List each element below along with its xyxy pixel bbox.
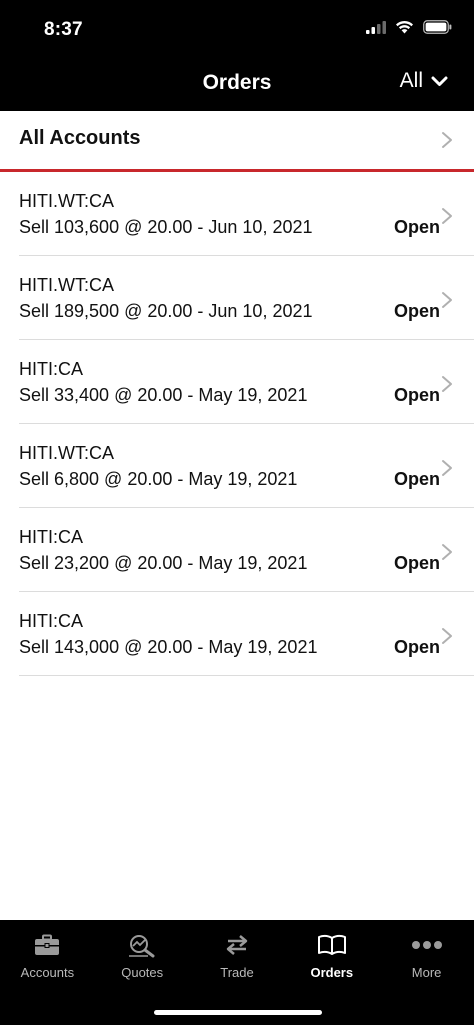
chevron-right-icon	[442, 292, 452, 308]
briefcase-icon	[35, 934, 60, 955]
order-status: Open	[393, 637, 440, 657]
tab-accounts[interactable]: Accounts	[0, 920, 95, 1000]
order-row[interactable]: HITI:CA Sell 23,200 @ 20.00 - May 19, 20…	[19, 508, 474, 592]
order-status: Open	[393, 553, 440, 573]
home-indicator[interactable]	[154, 1010, 322, 1015]
chevron-down-icon	[431, 76, 448, 86]
tab-quotes[interactable]: Quotes	[95, 920, 190, 1000]
order-symbol: HITI:CA	[19, 527, 84, 547]
order-symbol: HITI:CA	[19, 611, 84, 631]
order-detail: Sell 6,800 @ 20.00 - May 19, 2021	[19, 469, 298, 489]
order-detail: Sell 103,600 @ 20.00 - Jun 10, 2021	[19, 217, 313, 237]
order-status: Open	[393, 385, 440, 405]
chevron-right-icon	[442, 628, 452, 644]
status-icons	[366, 20, 452, 34]
order-symbol: HITI.WT:CA	[19, 275, 114, 295]
chevron-right-icon	[442, 544, 452, 560]
tab-orders[interactable]: Orders	[284, 920, 379, 1000]
open-book-icon	[317, 934, 346, 955]
filter-label: All	[399, 69, 423, 92]
tab-label: Accounts	[20, 965, 75, 980]
tab-trade[interactable]: Trade	[190, 920, 285, 1000]
order-symbol: HITI.WT:CA	[19, 191, 114, 211]
order-row[interactable]: HITI.WT:CA Sell 189,500 @ 20.00 - Jun 10…	[19, 256, 474, 340]
tab-label: Orders	[310, 965, 354, 980]
accounts-label: All Accounts	[19, 127, 141, 149]
order-row[interactable]: HITI.WT:CA Sell 6,800 @ 20.00 - May 19, …	[19, 424, 474, 508]
filter-dropdown[interactable]: All	[400, 69, 448, 93]
order-detail: Sell 143,000 @ 20.00 - May 19, 2021	[19, 637, 318, 657]
order-status: Open	[393, 301, 440, 321]
tab-label: More	[411, 965, 442, 980]
order-detail: Sell 33,400 @ 20.00 - May 19, 2021	[19, 385, 308, 405]
order-row[interactable]: HITI:CA Sell 143,000 @ 20.00 - May 19, 2…	[19, 592, 474, 676]
tab-label: Trade	[220, 965, 254, 980]
order-detail: Sell 23,200 @ 20.00 - May 19, 2021	[19, 553, 308, 573]
battery-icon	[423, 20, 452, 34]
more-dots-icon	[411, 941, 442, 949]
swap-arrows-icon	[226, 935, 248, 955]
tab-more[interactable]: More	[379, 920, 474, 1000]
order-symbol: HITI:CA	[19, 359, 84, 379]
orders-list: HITI.WT:CA Sell 103,600 @ 20.00 - Jun 10…	[0, 172, 474, 676]
order-status: Open	[393, 217, 440, 237]
tab-label: Quotes	[121, 965, 164, 980]
chevron-right-icon	[442, 208, 452, 224]
cellular-signal-icon	[366, 20, 386, 34]
chevron-right-icon	[442, 460, 452, 476]
order-symbol: HITI.WT:CA	[19, 443, 114, 463]
all-accounts-selector[interactable]: All Accounts	[0, 111, 474, 169]
quotes-magnifier-icon	[129, 935, 155, 958]
chevron-right-icon	[442, 132, 452, 148]
order-status: Open	[393, 469, 440, 489]
wifi-icon	[396, 20, 413, 34]
order-row[interactable]: HITI.WT:CA Sell 103,600 @ 20.00 - Jun 10…	[19, 172, 474, 256]
chevron-right-icon	[442, 376, 452, 392]
status-time: 8:37	[44, 19, 83, 40]
order-detail: Sell 189,500 @ 20.00 - Jun 10, 2021	[19, 301, 313, 321]
top-header: 8:37 Orders All	[0, 0, 474, 111]
order-row[interactable]: HITI:CA Sell 33,400 @ 20.00 - May 19, 20…	[19, 340, 474, 424]
